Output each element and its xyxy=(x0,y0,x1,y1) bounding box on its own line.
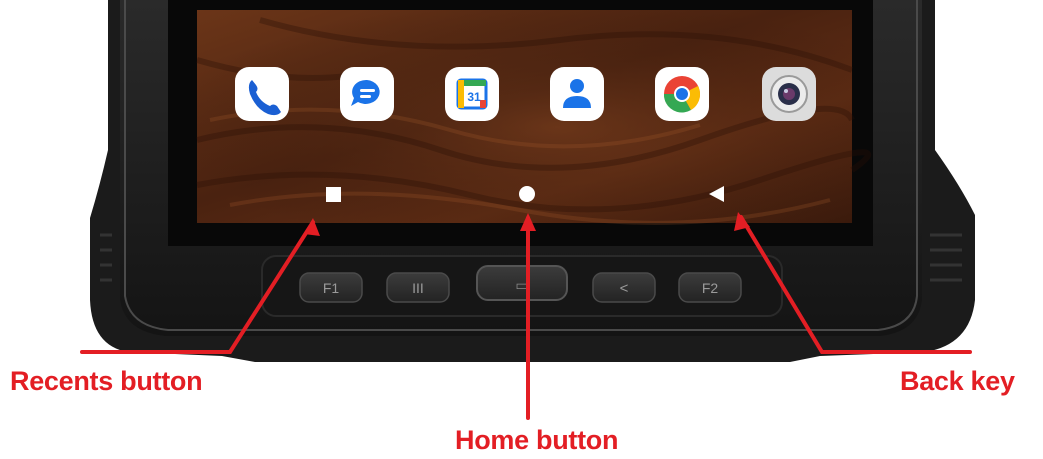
f2-key[interactable]: F2 xyxy=(678,272,742,303)
messages-icon[interactable] xyxy=(340,67,394,121)
f1-key[interactable]: F1 xyxy=(299,272,363,303)
calendar-icon[interactable]: 31 xyxy=(445,67,499,121)
home-button[interactable] xyxy=(519,186,535,202)
hardware-key-row: F1 III ▭ < F2 xyxy=(261,255,783,317)
back-hw-key[interactable]: < xyxy=(592,272,656,303)
recents-button[interactable] xyxy=(326,187,341,202)
chrome-icon[interactable] xyxy=(655,67,709,121)
camera-icon[interactable] xyxy=(762,67,816,121)
menu-key-label: III xyxy=(412,280,424,296)
back-key-callout: Back key xyxy=(900,366,1015,396)
recents-button-callout: Recents button xyxy=(10,366,203,396)
contacts-icon[interactable] xyxy=(550,67,604,121)
back-hw-key-label: < xyxy=(620,280,629,297)
phone-icon[interactable] xyxy=(235,67,289,121)
home-key[interactable]: ▭ xyxy=(476,265,568,301)
menu-key[interactable]: III xyxy=(386,272,450,303)
calendar-date: 31 xyxy=(467,90,481,104)
f1-key-label: F1 xyxy=(323,280,340,296)
f2-key-label: F2 xyxy=(702,280,719,296)
home-button-callout: Home button xyxy=(455,425,619,455)
